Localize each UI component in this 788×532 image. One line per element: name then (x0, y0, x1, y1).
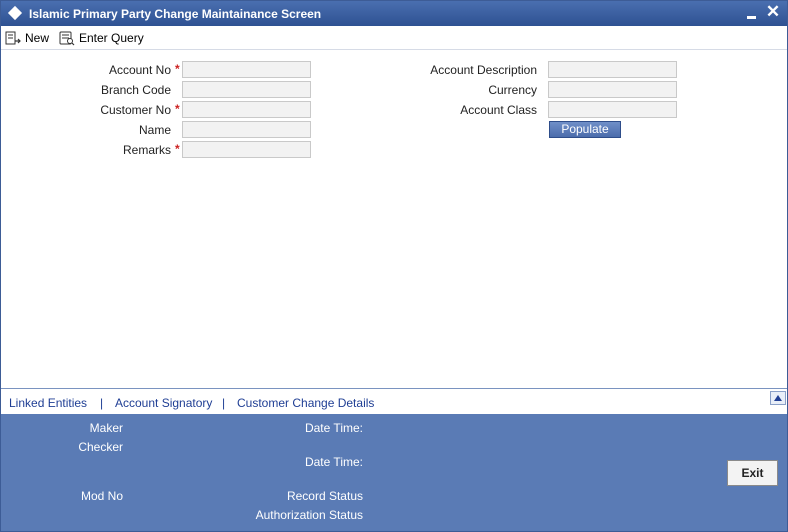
record-status-label: Record Status (286, 489, 363, 503)
audit-footer: Maker Checker Mod No Date Time: Date Tim… (1, 414, 787, 531)
remarks-label: Remarks (122, 143, 171, 157)
maintenance-window: Islamic Primary Party Change Maintainanc… (0, 0, 788, 532)
maker-date-time-label: Date Time: (304, 421, 363, 435)
name-label: Name (138, 123, 171, 137)
account-no-required-marker: * (175, 62, 180, 76)
form-area: Account No * Branch Code Customer No * N… (1, 51, 787, 387)
enter-query-icon (59, 31, 75, 46)
collapse-arrow-icon[interactable] (770, 391, 786, 405)
account-description-field[interactable] (548, 61, 677, 78)
account-no-label: Account No (108, 63, 171, 77)
customer-no-required-marker: * (175, 102, 180, 116)
new-button-label: New (25, 31, 50, 45)
new-button[interactable]: New (5, 28, 49, 48)
window-title: Islamic Primary Party Change Maintainanc… (29, 7, 322, 21)
maker-label: Maker (89, 421, 123, 435)
close-icon[interactable]: ✕ (765, 3, 781, 21)
branch-code-label: Branch Code (100, 83, 171, 97)
populate-button[interactable]: Populate (549, 121, 621, 138)
currency-label: Currency (488, 83, 537, 97)
link-separator: | (222, 396, 226, 410)
account-no-field[interactable] (182, 61, 311, 78)
checker-label: Checker (78, 440, 123, 454)
enter-query-label: Enter Query (79, 31, 144, 45)
window-diamond-icon (7, 5, 23, 21)
remarks-field[interactable] (182, 141, 311, 158)
mod-no-label: Mod No (80, 489, 123, 503)
branch-code-field[interactable] (182, 81, 311, 98)
checker-date-time-label: Date Time: (304, 455, 363, 469)
currency-field[interactable] (548, 81, 677, 98)
customer-change-details-link[interactable]: Customer Change Details (237, 396, 374, 410)
customer-no-field[interactable] (182, 101, 311, 118)
new-document-icon (5, 31, 21, 46)
minimize-icon[interactable] (745, 7, 759, 21)
account-class-label: Account Class (460, 103, 537, 117)
toolbar: New Enter Query (1, 26, 787, 50)
linked-entities-link[interactable]: Linked Entities (9, 396, 87, 410)
customer-no-label: Customer No (100, 103, 171, 117)
account-description-label: Account Description (430, 63, 537, 77)
account-class-field[interactable] (548, 101, 677, 118)
link-bar: Linked Entities | Account Signatory | Cu… (1, 388, 787, 414)
link-separator: | (100, 396, 104, 410)
name-field[interactable] (182, 121, 311, 138)
remarks-required-marker: * (175, 142, 180, 156)
enter-query-button[interactable]: Enter Query (59, 28, 144, 48)
title-bar: Islamic Primary Party Change Maintainanc… (1, 1, 787, 26)
authorization-status-label: Authorization Status (255, 508, 363, 522)
account-signatory-link[interactable]: Account Signatory (115, 396, 212, 410)
exit-button[interactable]: Exit (727, 460, 778, 486)
